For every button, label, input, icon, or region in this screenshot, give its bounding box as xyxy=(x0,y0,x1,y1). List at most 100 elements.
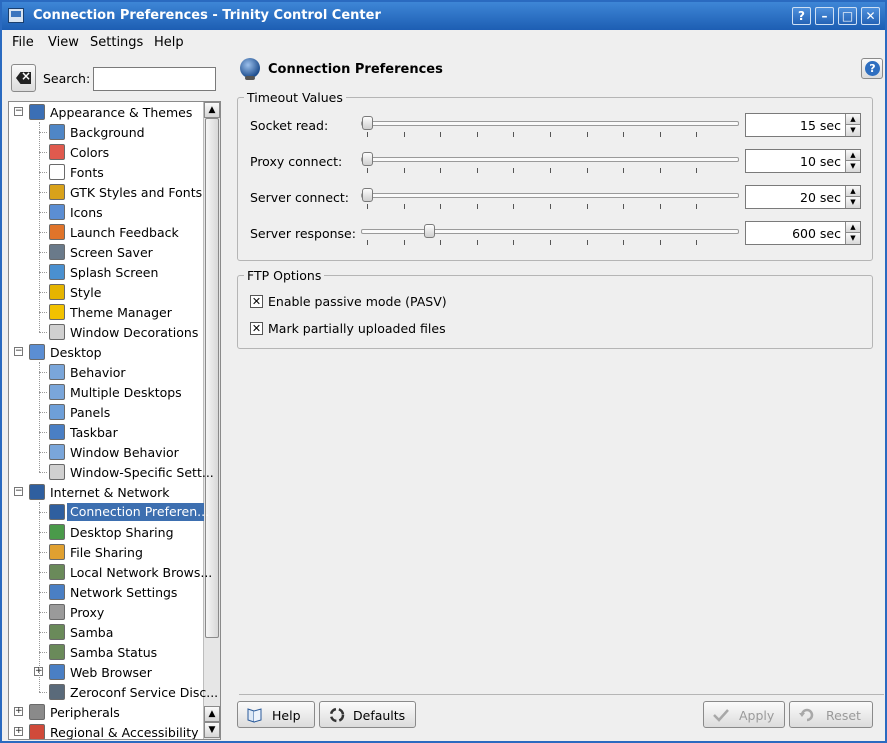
timeout-values-title: Timeout Values xyxy=(244,90,346,105)
timeout-value[interactable]: 10 sec xyxy=(800,154,841,169)
spin-down-button[interactable]: ▼ xyxy=(845,125,860,136)
tree-connector xyxy=(39,252,47,253)
apply-button[interactable]: Apply xyxy=(703,701,785,728)
tree-category[interactable]: + Regional & Accessibility xyxy=(9,722,204,739)
help-icon: ? xyxy=(865,61,880,76)
timeout-slider-handle[interactable] xyxy=(424,224,436,238)
scroll-down-button[interactable]: ▼ xyxy=(204,722,220,738)
timeout-slider-handle[interactable] xyxy=(362,116,373,130)
timeout-spinbox[interactable]: 10 sec ▲ ▼ xyxy=(745,149,861,173)
expand-icon[interactable]: + xyxy=(14,727,23,736)
tree-connector xyxy=(39,572,47,573)
tree-item-label: Connection Preferen... xyxy=(67,503,209,521)
panels-icon xyxy=(49,404,65,420)
slider-tick xyxy=(550,168,551,173)
slider-tick xyxy=(659,168,661,173)
help-button[interactable]: Help xyxy=(237,701,315,728)
defaults-button[interactable]: Defaults xyxy=(319,701,416,728)
menu-help[interactable]: Help xyxy=(154,35,184,50)
tree-item-label: Local Network Brows... xyxy=(70,565,213,580)
timeout-value[interactable]: 20 sec xyxy=(800,190,841,205)
tree-category[interactable]: − Desktop xyxy=(9,342,204,362)
timeout-slider-track[interactable] xyxy=(361,157,739,162)
fonts-icon xyxy=(49,164,65,180)
menu-file[interactable]: File xyxy=(12,35,34,50)
spin-down-button[interactable]: ▼ xyxy=(845,197,860,208)
close-button[interactable]: ✕ xyxy=(861,7,880,25)
tree-category[interactable]: + Peripherals xyxy=(9,702,204,722)
tree-connector xyxy=(39,592,47,593)
collapse-icon[interactable]: − xyxy=(14,487,23,496)
tree-category[interactable]: − Appearance & Themes xyxy=(9,102,204,122)
mark-partial-checkbox[interactable]: ✕ xyxy=(250,322,263,335)
collapse-icon[interactable]: − xyxy=(14,347,23,356)
tree-scrollbar[interactable]: ▲ ▲ ▼ xyxy=(203,102,220,739)
slider-tick xyxy=(367,240,368,245)
timeout-slider-track[interactable] xyxy=(361,229,739,234)
tree-item-label: Zeroconf Service Disc... xyxy=(70,685,219,700)
colors-icon xyxy=(49,144,65,160)
clear-search-button[interactable] xyxy=(11,64,36,92)
tree-category[interactable]: − Internet & Network xyxy=(9,482,204,502)
local-network-icon xyxy=(49,564,65,580)
context-help-button[interactable]: ? xyxy=(792,7,811,25)
timeout-spinbox[interactable]: 15 sec ▲ ▼ xyxy=(745,113,861,137)
tree-item-label: Screen Saver xyxy=(70,245,153,260)
slider-tick xyxy=(696,204,698,209)
tree-connector xyxy=(39,192,47,193)
network-settings-icon xyxy=(49,584,65,600)
passive-mode-label[interactable]: Enable passive mode (PASV) xyxy=(268,294,447,309)
timeout-slider-handle[interactable] xyxy=(362,152,373,166)
scroll-up-button-lower[interactable]: ▲ xyxy=(204,706,220,722)
spin-up-button[interactable]: ▲ xyxy=(845,150,860,161)
passive-mode-checkbox[interactable]: ✕ xyxy=(250,295,263,308)
tree-item-label: Launch Feedback xyxy=(70,225,179,240)
slider-tick xyxy=(367,132,368,137)
timeout-label: Server response: xyxy=(250,226,356,241)
spin-down-button[interactable]: ▼ xyxy=(845,161,860,172)
scroll-up-button[interactable]: ▲ xyxy=(204,102,220,118)
module-tree[interactable]: ▲ ▲ ▼ − Appearance & Themes Background Colo… xyxy=(8,101,221,740)
spin-up-button[interactable]: ▲ xyxy=(845,186,860,197)
timeout-value[interactable]: 600 sec xyxy=(792,226,841,241)
timeout-slider-track[interactable] xyxy=(361,121,739,126)
timeout-slider-track[interactable] xyxy=(361,193,739,198)
connection-preferences-page-icon xyxy=(240,58,260,80)
slider-tick xyxy=(550,240,551,245)
collapse-icon[interactable]: − xyxy=(14,107,23,116)
button-separator xyxy=(239,694,884,695)
style-icon xyxy=(49,284,65,300)
spin-up-button[interactable]: ▲ xyxy=(845,114,860,125)
help-button-label: Help xyxy=(272,708,301,723)
whats-this-button[interactable]: ? xyxy=(861,58,883,79)
mark-partial-label[interactable]: Mark partially uploaded files xyxy=(268,321,446,336)
minimize-button[interactable]: – xyxy=(815,7,834,25)
slider-tick xyxy=(367,168,368,173)
maximize-button[interactable]: □ xyxy=(838,7,857,25)
spin-up-button[interactable]: ▲ xyxy=(845,222,860,233)
reset-button[interactable]: Reset xyxy=(789,701,873,728)
timeout-spinbox[interactable]: 600 sec ▲ ▼ xyxy=(745,221,861,245)
scroll-thumb[interactable] xyxy=(205,118,219,638)
timeout-slider-handle[interactable] xyxy=(362,188,373,202)
spin-down-button[interactable]: ▼ xyxy=(845,233,860,244)
tree-connector xyxy=(39,512,47,513)
menu-settings[interactable]: Settings xyxy=(90,35,143,50)
slider-tick xyxy=(659,132,661,137)
tree-item-label: Theme Manager xyxy=(70,305,172,320)
icons-icon xyxy=(49,204,65,220)
timeout-spinbox[interactable]: 20 sec ▲ ▼ xyxy=(745,185,861,209)
menu-view[interactable]: View xyxy=(48,35,79,50)
timeout-label: Socket read: xyxy=(250,118,329,133)
tree-item-label: Multiple Desktops xyxy=(70,385,182,400)
tree-item-label: Network Settings xyxy=(70,585,178,600)
tree-connector xyxy=(39,552,47,553)
titlebar[interactable]: Connection Preferences - Trinity Control… xyxy=(2,2,885,30)
control-center-icon xyxy=(8,8,24,23)
search-input[interactable] xyxy=(93,67,216,91)
tree-connector xyxy=(39,532,47,533)
tree-item-label: Fonts xyxy=(70,165,104,180)
expand-icon[interactable]: + xyxy=(14,707,23,716)
timeout-value[interactable]: 15 sec xyxy=(800,118,841,133)
tree-item-label: Desktop Sharing xyxy=(70,525,174,540)
